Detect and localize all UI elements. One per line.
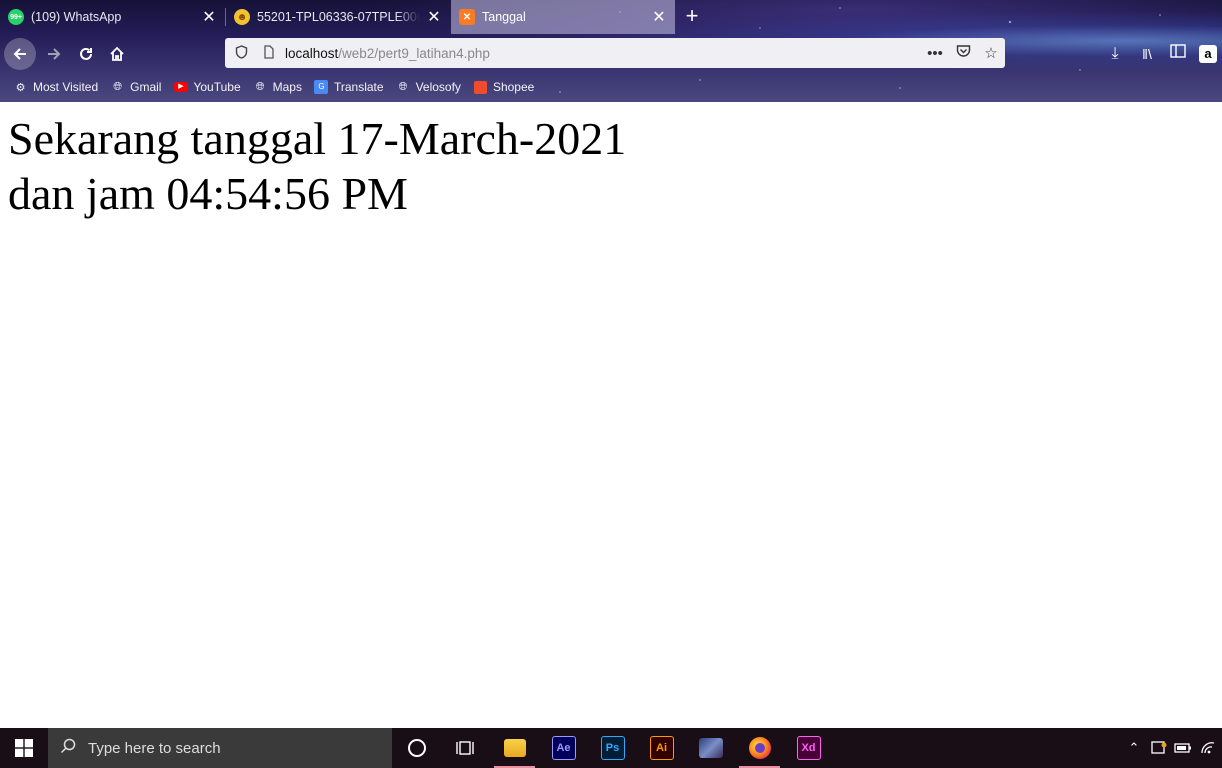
bookmark-gmail[interactable]: 🌐︎ Gmail <box>110 80 161 95</box>
close-icon[interactable]: ✕ <box>201 7 217 27</box>
taskbar-after-effects[interactable]: Ae <box>539 728 588 768</box>
reload-button[interactable] <box>70 38 102 70</box>
bookmark-shopee[interactable]: Shopee <box>473 80 534 95</box>
time-line: dan jam 04:54:56 PM <box>8 168 408 219</box>
moodle-icon: ☻ <box>234 9 250 25</box>
tab-title: (109) WhatsApp <box>31 10 122 24</box>
illustrator-icon: Ai <box>649 736 674 760</box>
bookmark-label: Translate <box>333 80 384 94</box>
sidebar-icon[interactable] <box>1167 43 1189 65</box>
page-info-icon[interactable] <box>261 44 277 62</box>
home-button[interactable] <box>101 38 133 70</box>
after-effects-icon: Ae <box>551 736 576 760</box>
cortana-circle-icon <box>407 739 426 757</box>
bookmark-label: Shopee <box>492 80 535 94</box>
globe-icon: 🌐︎ <box>398 80 408 93</box>
taskbar-game-app[interactable] <box>686 728 735 768</box>
address-bar[interactable]: localhost/web2/pert9_latihan4.php ••• ☆ <box>225 38 1005 68</box>
back-button[interactable] <box>4 38 36 70</box>
taskbar-firefox[interactable] <box>735 728 784 768</box>
tab-title: 55201-TPL06336-07TPLE006-20 <box>257 10 420 24</box>
taskbar-file-explorer[interactable] <box>490 728 539 768</box>
firefox-icon <box>748 737 771 759</box>
bookmark-most-visited[interactable]: ⚙ Most Visited <box>13 80 99 95</box>
arrow-left-icon <box>13 48 26 60</box>
downloads-icon[interactable]: ⤓ <box>1104 43 1126 65</box>
url-host: localhost <box>285 45 339 61</box>
bookmark-translate[interactable]: G Translate <box>314 80 384 95</box>
tab-strip: 99+ (109) WhatsApp ✕ ☻ 55201-TPL06336-07… <box>0 0 1222 34</box>
taskbar-search-box[interactable]: Type here to search <box>48 728 392 768</box>
bookmark-label: Maps <box>272 80 302 94</box>
task-view-button[interactable] <box>440 728 489 768</box>
search-icon <box>60 738 76 758</box>
amazon-extension-icon[interactable]: a <box>1199 45 1217 63</box>
close-icon[interactable]: ✕ <box>651 7 667 27</box>
youtube-icon: ▶ <box>173 80 188 95</box>
forward-button[interactable] <box>38 38 70 70</box>
reload-icon <box>80 47 92 60</box>
show-hidden-icons-button[interactable]: ⌃ <box>1122 728 1146 768</box>
tab-whatsapp[interactable]: 99+ (109) WhatsApp ✕ <box>0 0 225 34</box>
date-line: Sekarang tanggal 17-March-2021 <box>8 113 627 164</box>
cortana-button[interactable] <box>392 728 441 768</box>
whatsapp-icon: 99+ <box>8 9 24 25</box>
battery-icon[interactable] <box>1171 728 1195 768</box>
globe-icon: 🌐︎ <box>113 80 123 93</box>
file-explorer-icon <box>503 739 526 757</box>
adobe-xd-icon: Xd <box>796 736 821 760</box>
bookmark-label: YouTube <box>193 80 241 94</box>
url-text[interactable]: localhost/web2/pert9_latihan4.php <box>285 46 921 61</box>
shopee-icon <box>473 80 488 95</box>
bookmark-velosofy[interactable]: 🌐︎ Velosofy <box>396 80 461 95</box>
new-tab-button[interactable]: + <box>680 4 704 28</box>
task-view-icon <box>455 741 474 755</box>
tab-tanggal[interactable]: ✕ Tanggal ✕ <box>451 0 675 34</box>
navigation-toolbar: localhost/web2/pert9_latihan4.php ••• ☆ … <box>0 35 1222 72</box>
bookmark-maps[interactable]: 🌐︎ Maps <box>253 80 302 95</box>
page-content: Sekarang tanggal 17-March-2021 dan jam 0… <box>0 102 1222 728</box>
pocket-icon[interactable] <box>949 44 977 62</box>
windows-logo-icon <box>15 739 33 757</box>
wifi-icon[interactable] <box>1196 728 1220 768</box>
taskbar-photoshop[interactable]: Ps <box>588 728 637 768</box>
bookmark-label: Velosofy <box>415 80 461 94</box>
xampp-icon: ✕ <box>459 9 475 25</box>
url-path: /web2/pert9_latihan4.php <box>338 45 490 61</box>
photoshop-icon: Ps <box>600 736 625 760</box>
windows-taskbar: Type here to search Ae Ps Ai Xd ⌃ <box>0 728 1222 768</box>
browser-chrome: 99+ (109) WhatsApp ✕ ☻ 55201-TPL06336-07… <box>0 0 1222 102</box>
home-icon <box>110 46 124 61</box>
taskbar-illustrator[interactable]: Ai <box>637 728 686 768</box>
tab-moodle[interactable]: ☻ 55201-TPL06336-07TPLE006-20 ✕ <box>226 0 450 34</box>
globe-icon: 🌐︎ <box>255 80 265 93</box>
bookmark-star-icon[interactable]: ☆ <box>977 44 1005 62</box>
translate-icon: G <box>314 80 329 95</box>
close-icon[interactable]: ✕ <box>426 7 442 27</box>
bookmark-label: Most Visited <box>33 80 99 94</box>
bookmark-label: Gmail <box>130 80 162 94</box>
taskbar-adobe-xd[interactable]: Xd <box>784 728 833 768</box>
search-placeholder: Type here to search <box>88 739 221 757</box>
bookmark-youtube[interactable]: ▶ YouTube <box>173 80 241 95</box>
tab-title: Tanggal <box>482 10 526 24</box>
library-icon[interactable]: ‖\ <box>1136 43 1158 65</box>
action-center-icon[interactable] <box>1147 728 1171 768</box>
page-actions-icon[interactable]: ••• <box>921 45 949 62</box>
gear-icon: ⚙ <box>15 81 26 94</box>
bookmarks-toolbar: ⚙ Most Visited 🌐︎ Gmail ▶ YouTube 🌐︎ Map… <box>0 76 1222 98</box>
game-app-icon <box>698 738 723 758</box>
tracking-shield-icon[interactable] <box>233 44 249 62</box>
start-button[interactable] <box>0 728 48 768</box>
arrow-right-icon <box>48 48 61 60</box>
